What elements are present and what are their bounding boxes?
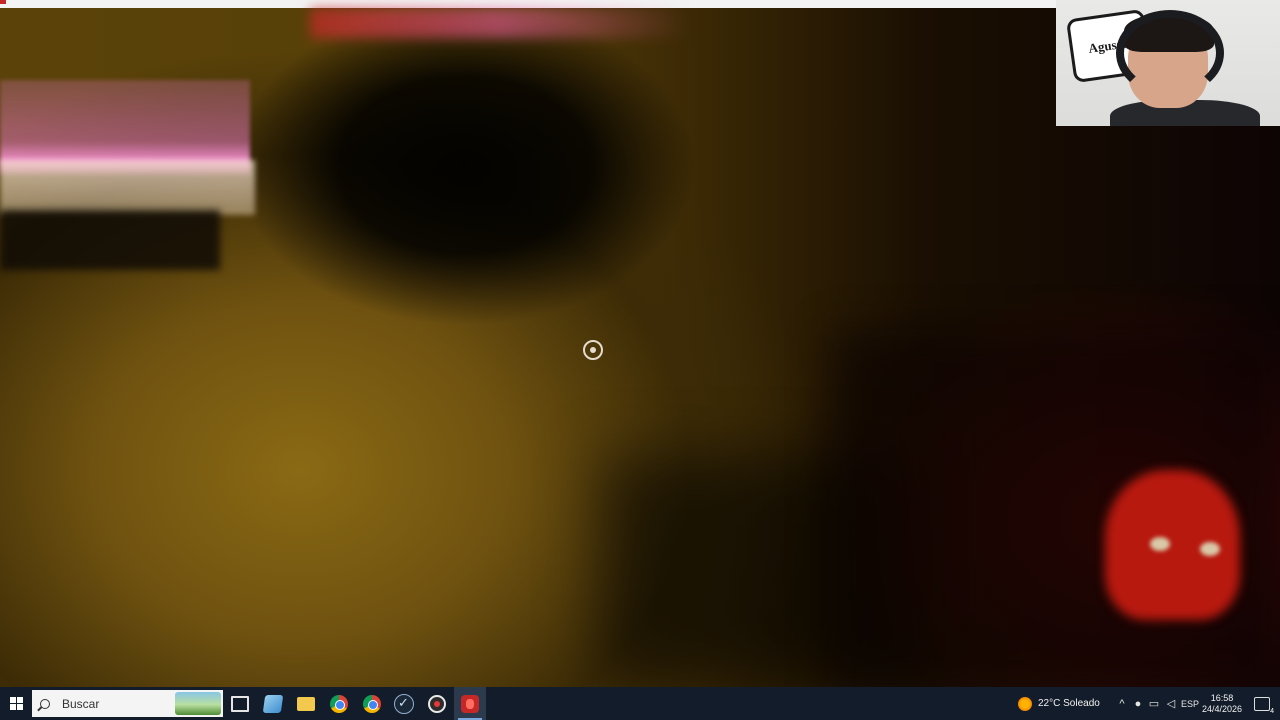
chrome-icon (363, 694, 381, 713)
scene-red-figure (1105, 470, 1240, 620)
headset-icon (1116, 10, 1224, 96)
window-top-strip (0, 0, 1056, 8)
tray-overflow-button[interactable]: ^ (1114, 687, 1130, 720)
scene-shelf-light (0, 160, 255, 215)
search-highlight-image (175, 692, 221, 715)
weather-widget[interactable]: 22°C Soleado (1018, 687, 1113, 720)
notification-center-button[interactable]: 4 (1248, 687, 1276, 720)
game-icon (461, 694, 479, 713)
language-indicator[interactable]: ESP (1180, 687, 1200, 720)
network-icon[interactable]: ▭ (1146, 687, 1162, 720)
volume-icon[interactable]: ◁ (1163, 687, 1179, 720)
search-box[interactable]: Buscar (32, 690, 223, 717)
notes-icon (262, 694, 284, 713)
scene-figure-eye (1150, 537, 1170, 551)
notification-count: 4 (1270, 707, 1274, 715)
chrome-icon (330, 694, 348, 713)
search-placeholder: Buscar (62, 696, 100, 711)
taskbar-app-notes[interactable] (258, 687, 288, 720)
microphone-icon[interactable]: ● (1131, 687, 1145, 720)
scene-figure-eye (1200, 542, 1220, 556)
clock[interactable]: 16:58 24/4/2026 (1200, 687, 1244, 720)
clock-date: 24/4/2026 (1201, 703, 1243, 714)
taskbar-app-chrome-2[interactable] (357, 687, 387, 720)
clock-time: 16:58 (1210, 692, 1234, 703)
scene-light-top (310, 8, 690, 38)
taskbar-app-game[interactable] (454, 687, 486, 720)
taskbar: Buscar 22°C Soleado ^ ● ▭ ◁ ESP 16:58 24… (0, 687, 1280, 720)
window-app-icon (0, 0, 6, 4)
taskbar-app-other[interactable] (422, 687, 452, 720)
crosshair-icon (583, 340, 603, 360)
search-icon (40, 698, 50, 709)
notification-icon: 4 (1254, 696, 1274, 715)
start-button[interactable] (0, 687, 32, 720)
taskbar-app-explorer[interactable] (291, 687, 321, 720)
windows-logo-icon (9, 697, 23, 710)
folder-icon (297, 696, 315, 711)
webcam-overlay: AgussP (1056, 0, 1280, 126)
sun-icon (1018, 696, 1032, 711)
task-view-button[interactable] (226, 687, 254, 720)
taskbar-app-chrome[interactable] (324, 687, 354, 720)
task-view-icon (231, 695, 249, 712)
scene-shelf-shadow (0, 210, 220, 270)
app-icon (428, 694, 446, 713)
taskbar-app-steam[interactable] (389, 687, 419, 720)
steam-icon (394, 693, 414, 714)
weather-text: 22°C Soleado (1038, 698, 1100, 709)
